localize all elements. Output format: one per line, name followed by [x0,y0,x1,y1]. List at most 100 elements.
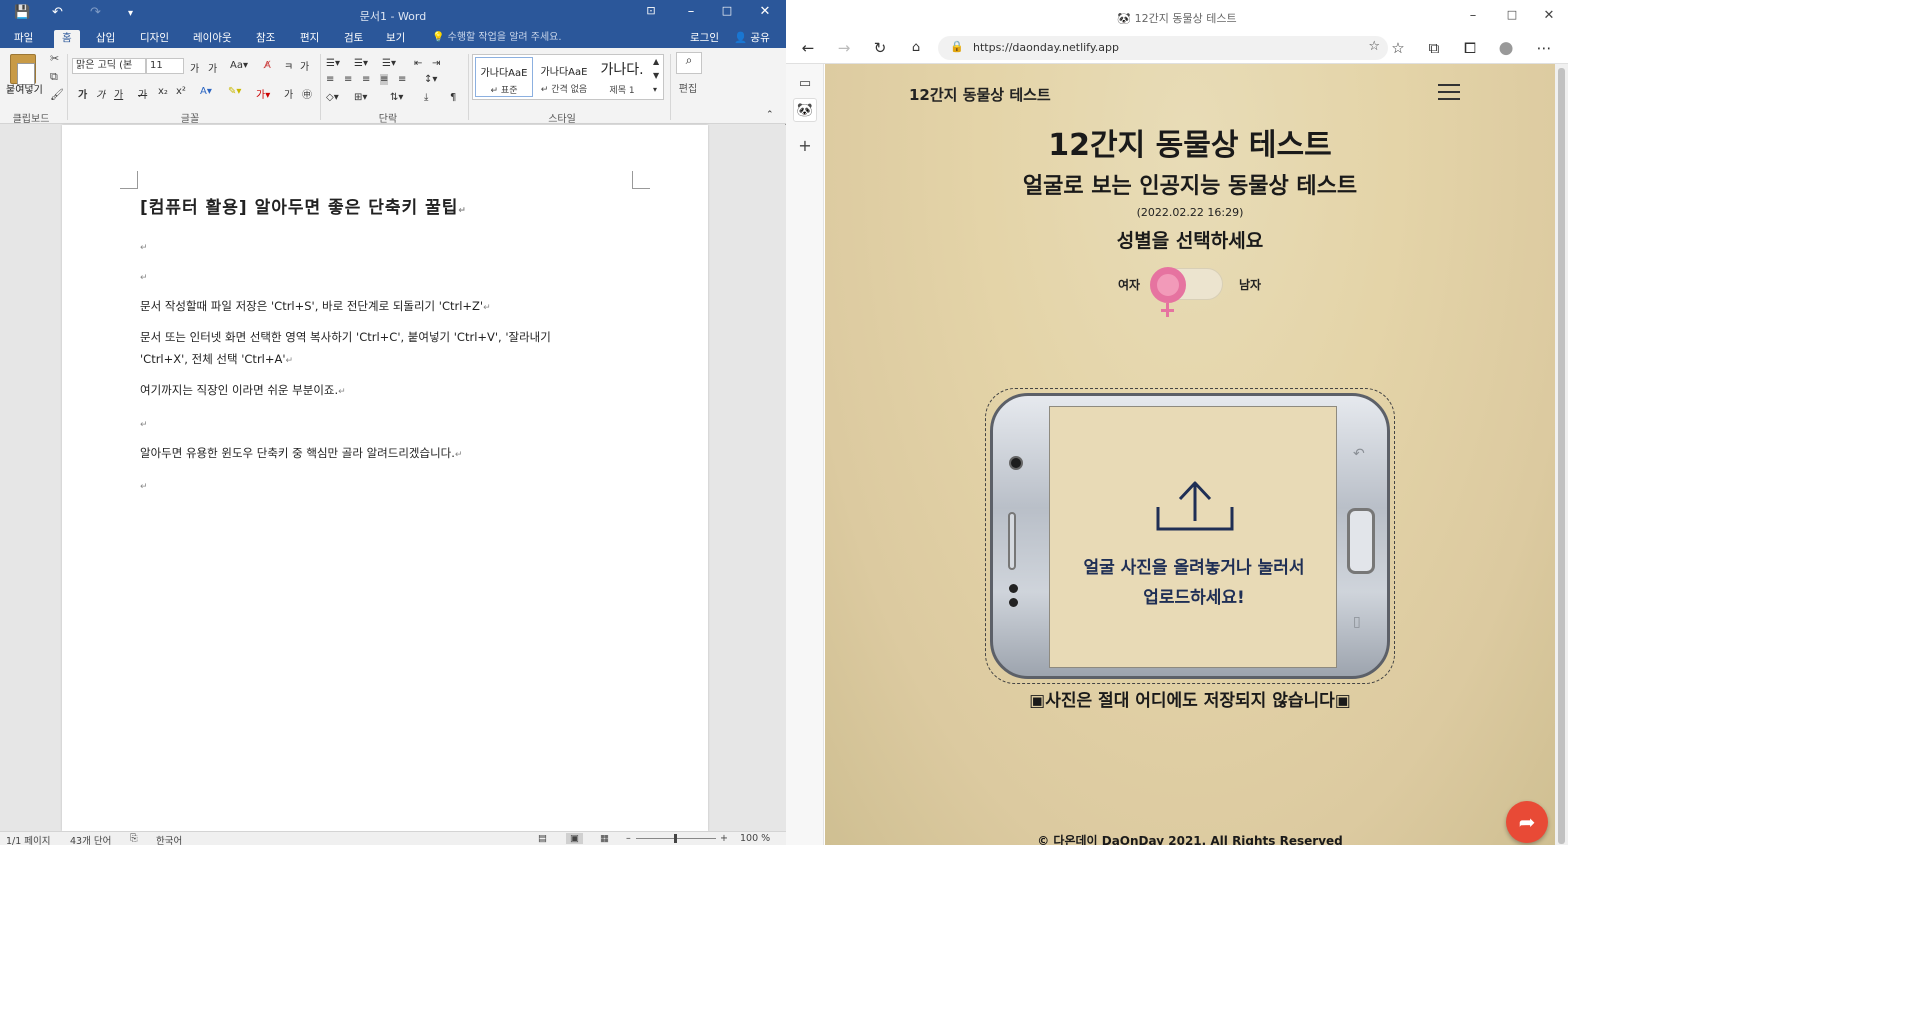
format-painter-icon[interactable]: 🖌 [50,88,64,101]
char-border-icon[interactable]: 가 [300,58,309,73]
tell-me-box[interactable]: 💡 수행할 작업을 알려 주세요. [424,30,570,48]
align-right-icon[interactable]: ≡ [362,74,370,85]
text-effects-icon[interactable]: A▾ [200,86,212,97]
change-case-icon[interactable]: Aa▾ [230,60,248,71]
clear-format-icon[interactable]: A̸ [264,60,271,71]
add-favorite-icon[interactable]: ☆ [1368,39,1380,54]
numbering-icon[interactable]: ☰▾ [354,58,368,69]
zoom-out-icon[interactable]: – [626,833,631,844]
favorites-icon[interactable]: ☆ [1386,38,1410,58]
tab-layout[interactable]: 레이아웃 [185,30,240,48]
upload-dropzone[interactable]: ↶ ▯ 얼굴 사진을 올려놓거나 눌러서 업로드하세요! [985,388,1395,684]
zoom-level[interactable]: 100 % [740,833,770,844]
menu-icon[interactable] [1438,84,1460,100]
cut-icon[interactable]: ✂ [50,52,59,65]
document-page[interactable]: [컴퓨터 활용] 알아두면 좋은 단축키 꿀팁↵ ↵ ↵ 문서 작성할때 파일 … [62,125,708,831]
tab-home[interactable]: 홈 [54,30,80,48]
tab-favicon-icon[interactable]: 🐼 [793,98,817,122]
login-link[interactable]: 로그인 [682,30,727,48]
maximize-icon[interactable]: □ [712,4,742,17]
address-bar[interactable]: 🔒 https://daonday.netlify.app ☆ [938,36,1388,60]
strikethrough-icon[interactable]: 가 [138,86,147,101]
tab-mailings[interactable]: 편지 [292,30,327,48]
gallery-scroll-down-icon[interactable]: ▼ [653,71,659,80]
tab-view[interactable]: 보기 [378,30,413,48]
find-icon[interactable]: ⌕ [676,52,702,74]
refresh-icon[interactable]: ↻ [868,38,892,58]
read-mode-icon[interactable]: ▤ [538,833,547,844]
phone-screen[interactable]: 얼굴 사진을 올려놓거나 눌러서 업로드하세요! [1049,406,1337,668]
highlight-icon[interactable]: ✎▾ [228,86,241,97]
align-left-icon[interactable]: ≡ [326,74,334,85]
justify-icon[interactable]: ≡ [380,74,389,85]
empty-paragraph[interactable]: ↵ [140,235,634,259]
tab-file[interactable]: 파일 [6,30,41,48]
shrink-font-icon[interactable]: 가 [208,60,217,75]
font-name-select[interactable]: 맑은 고딕 (본 [72,58,146,74]
char-shading-icon[interactable]: 가 [284,86,293,101]
home-icon[interactable]: ⌂ [904,38,928,58]
page-count[interactable]: 1/1 페이지 [6,833,51,847]
gallery-scroll-up-icon[interactable]: ▲ [653,57,659,66]
align-center-icon[interactable]: ≡ [344,74,352,85]
enclose-char-icon[interactable]: ㊥ [302,86,312,101]
document-paragraph[interactable]: 문서 작성할때 파일 저장은 'Ctrl+S', 바로 전단계로 되돌리기 'C… [140,295,634,319]
close-icon[interactable]: ✕ [750,4,780,19]
ribbon-display-icon[interactable]: ⊡ [636,4,666,17]
document-heading[interactable]: [컴퓨터 활용] 알아두면 좋은 단축키 꿀팁↵ [140,197,634,222]
print-layout-icon[interactable]: ▣ [566,833,583,844]
phonetic-icon[interactable]: ㅋ [284,58,293,73]
asian-layout-icon[interactable]: ⤓ [424,92,428,103]
web-layout-icon[interactable]: ▦ [600,833,609,844]
empty-paragraph[interactable]: ↵ [140,474,634,498]
minimize-icon[interactable]: – [1458,8,1488,23]
profile-icon[interactable]: ● [1494,38,1518,58]
scrollbar-thumb[interactable] [1558,68,1565,844]
document-paragraph[interactable]: 여기까지는 직장인 이라면 쉬운 부분이죠.↵ [140,379,634,403]
back-icon[interactable]: ← [796,38,820,58]
tab-actions-icon[interactable]: ▭ [793,72,817,96]
font-color-icon[interactable]: 가▾ [256,86,270,101]
superscript-icon[interactable]: x² [176,86,186,97]
more-options-icon[interactable]: ⋯ [1532,38,1556,58]
minimize-icon[interactable]: – [676,4,706,19]
bold-icon[interactable]: 가 [78,86,87,101]
font-size-select[interactable]: 11 [146,58,184,74]
bullets-icon[interactable]: ☰▾ [326,58,340,69]
share-fab-icon[interactable]: ➦ [1506,801,1548,843]
decrease-indent-icon[interactable]: ⇤ [414,58,422,69]
site-brand[interactable]: 12간지 동물상 테스트 [909,84,1051,105]
style-no-spacing[interactable]: 가나다AaE ↵ 간격 없음 [535,57,593,97]
collections-icon[interactable]: ⧉ [1422,38,1446,58]
zoom-slider-thumb[interactable] [674,834,677,843]
copy-icon[interactable]: ⧉ [50,70,58,84]
empty-paragraph[interactable]: ↵ [140,265,634,289]
multilevel-list-icon[interactable]: ☰▾ [382,58,396,69]
tab-references[interactable]: 참조 [248,30,283,48]
extensions-icon[interactable]: ⧠ [1458,38,1482,58]
maximize-icon[interactable]: □ [1497,8,1527,21]
document-paragraph-cont[interactable]: 'Ctrl+X', 전체 선택 'Ctrl+A'↵ [140,348,634,372]
italic-icon[interactable]: 가 [96,86,105,101]
language-indicator[interactable]: 한국어 [156,833,182,847]
zoom-in-icon[interactable]: + [720,833,728,844]
tab-design[interactable]: 디자인 [132,30,177,48]
word-count[interactable]: 43개 단어 [70,833,111,847]
paste-button-label[interactable]: 붙여넣기 [6,81,43,96]
borders-icon[interactable]: ⊞▾ [354,92,367,103]
sort-icon[interactable]: ⇅▾ [390,92,403,103]
collapse-ribbon-icon[interactable]: ⌃ [766,110,774,120]
style-normal[interactable]: 가나다AaE ↵ 표준 [475,57,533,97]
document-paragraph[interactable]: 문서 또는 인터넷 화면 선택한 영역 복사하기 'Ctrl+C', 붙여넣기 … [140,326,634,348]
share-button[interactable]: 👤 공유 [726,30,778,48]
style-heading-1[interactable]: 가나다. 제목 1 [593,57,651,97]
gallery-more-icon[interactable]: ▾ [653,85,657,94]
distributed-icon[interactable]: ≡ [398,74,406,85]
increase-indent-icon[interactable]: ⇥ [432,58,440,69]
gender-toggle[interactable] [1150,267,1223,317]
tab-review[interactable]: 검토 [336,30,371,48]
tab-insert[interactable]: 삽입 [88,30,123,48]
document-paragraph[interactable]: 알아두면 유용한 윈도우 단축키 중 핵심만 골라 알려드리겠습니다.↵ [140,442,634,466]
grow-font-icon[interactable]: 가 [190,60,199,75]
underline-icon[interactable]: 가 [114,86,123,101]
